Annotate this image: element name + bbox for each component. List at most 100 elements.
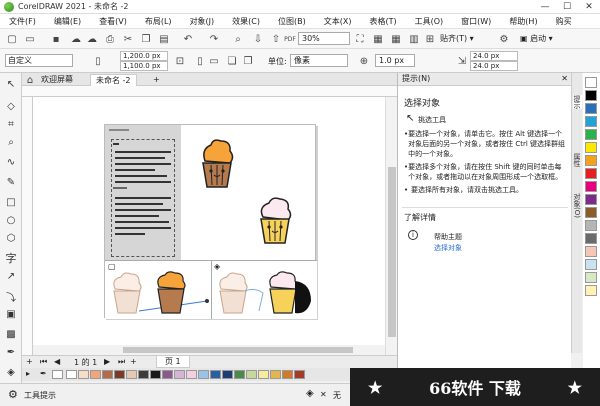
page-tab-1[interactable]: 页 1 [156,356,190,368]
palette-color-swatch[interactable] [585,220,597,231]
add-page-icon[interactable]: + [26,357,33,366]
palette-color-swatch[interactable] [585,155,597,166]
new-document-icon[interactable]: ▢ [6,33,18,45]
zoom-level-select[interactable]: 30% [298,32,350,45]
menu-help[interactable]: 帮助(H) [500,16,546,27]
document-color-swatch[interactable] [210,370,221,379]
document-color-swatch[interactable] [294,370,305,379]
first-page-icon[interactable]: ⏮ [40,357,47,367]
text-tool-icon[interactable]: 字 [4,251,18,265]
vertical-scrollbar[interactable] [385,97,397,355]
docker-close-icon[interactable]: ✕ [561,73,568,85]
page-preset-select[interactable]: 自定义 [5,54,73,67]
crop-tool-icon[interactable]: ⌗ [4,117,18,131]
sidetab-objects[interactable]: 对象(O) [573,193,582,218]
drawing-page[interactable]: ▢ ◈ [104,124,317,319]
last-page-icon[interactable]: ⏭ [118,357,125,367]
full-screen-icon[interactable]: ⛶ [354,33,366,45]
pick-tool-icon[interactable]: ↖ [4,77,18,91]
redo-icon[interactable]: ↷ [208,33,220,45]
palette-color-swatch[interactable] [585,285,597,296]
document-color-swatch[interactable] [222,370,233,379]
snap-to-dropdown[interactable]: 贴齐(T) ▾ [440,32,480,45]
menu-file[interactable]: 文件(F) [0,16,45,27]
duplicate-x-field[interactable]: 24.0 px [470,51,518,61]
document-color-swatch[interactable] [270,370,281,379]
palette-color-swatch[interactable] [585,194,597,205]
palette-color-swatch[interactable] [585,142,597,153]
palette-menu-icon[interactable]: ▸ [26,369,30,378]
palette-color-swatch[interactable] [585,116,597,127]
document-color-swatch[interactable] [282,370,293,379]
menu-text[interactable]: 文本(X) [315,16,361,27]
horizontal-scrollbar[interactable] [33,345,385,355]
document-color-swatch[interactable] [138,370,149,379]
horizontal-scroll-thumb[interactable] [123,347,353,353]
sidetab-properties[interactable]: 属性 [573,153,582,167]
document-color-swatch[interactable] [198,370,209,379]
pink-cupcake-illustration[interactable] [255,195,295,247]
shape-tool-icon[interactable]: ◇ [4,99,18,113]
orange-cupcake-illustration[interactable] [197,137,237,191]
duplicate-y-field[interactable]: 24.0 px [470,61,518,71]
menu-table[interactable]: 表格(T) [360,16,405,27]
palette-color-swatch[interactable] [585,90,597,101]
document-color-swatch[interactable] [102,370,113,379]
document-color-swatch[interactable] [174,370,185,379]
freehand-tool-icon[interactable]: ∿ [4,155,18,169]
guidelines-icon[interactable]: ▥ [408,33,420,45]
document-color-swatch[interactable] [90,370,101,379]
rectangle-tool-icon[interactable]: □ [4,195,18,209]
paste-icon[interactable]: ▤ [158,33,170,45]
home-icon[interactable]: ⌂ [24,74,36,86]
palette-color-swatch[interactable] [585,272,597,283]
all-pages-icon[interactable]: ❏ [226,55,238,67]
document-color-swatch[interactable] [78,370,89,379]
settings-gear-icon[interactable]: ⚙ [8,388,18,401]
current-page-icon[interactable]: ❐ [242,55,254,67]
snap-icon[interactable]: ⊞ [424,33,436,45]
document-color-swatch[interactable] [126,370,137,379]
palette-color-swatch[interactable] [585,77,597,88]
fill-indicator-icon[interactable]: ◈ [306,388,314,399]
sidetab-hints[interactable]: 提示 [573,95,582,109]
palette-color-swatch[interactable] [585,259,597,270]
eyedropper-icon[interactable]: ✒ [4,345,18,359]
minimize-icon[interactable]: — [534,0,556,14]
connector-tool-icon[interactable]: ⤵ [4,289,18,304]
help-topic-link[interactable]: 选择对象 [434,243,462,253]
page-width-field[interactable]: 1,200.0 px [120,51,168,61]
maximize-icon[interactable]: ☐ [556,0,578,14]
vertical-ruler[interactable] [22,97,33,355]
menu-bitmaps[interactable]: 位图(B) [269,16,315,27]
horizontal-ruler[interactable] [22,86,397,97]
close-icon[interactable]: ✕ [578,0,600,14]
artistic-media-icon[interactable]: ✎ [4,175,18,189]
new-tab-plus-icon[interactable]: + [148,74,165,86]
eyedropper-palette-icon[interactable]: ✒ [40,369,47,378]
landscape-icon[interactable]: ▭ [208,55,220,67]
menu-buy[interactable]: 购买 [547,16,581,27]
undo-icon[interactable]: ↶ [182,33,194,45]
import-icon[interactable]: ⇩ [252,33,264,45]
previous-page-icon[interactable]: ◀ [54,357,60,366]
document-color-swatch[interactable] [234,370,245,379]
palette-color-swatch[interactable] [585,129,597,140]
print-icon[interactable]: ⎙ [104,33,116,45]
ellipse-tool-icon[interactable]: ○ [4,213,18,227]
cloud-download-icon[interactable]: ☁ [86,33,98,45]
grid-icon[interactable]: ▦ [390,33,402,45]
page-height-field[interactable]: 1,100.0 px [120,61,168,71]
document-color-swatch[interactable] [150,370,161,379]
palette-color-swatch[interactable] [585,207,597,218]
menu-layout[interactable]: 布局(L) [136,16,181,27]
open-folder-icon[interactable]: ▭ [24,33,36,45]
menu-view[interactable]: 查看(V) [90,16,136,27]
menu-object[interactable]: 对象(J) [181,16,224,27]
document-color-swatch[interactable] [246,370,257,379]
export-icon[interactable]: ⇧ [270,33,282,45]
parallel-dimension-icon[interactable]: ↗ [4,269,18,283]
launch-dropdown[interactable]: ▣ 启动 ▾ [520,32,560,45]
nudge-distance-field[interactable]: 1.0 px [375,54,415,67]
document-color-swatch[interactable] [114,370,125,379]
